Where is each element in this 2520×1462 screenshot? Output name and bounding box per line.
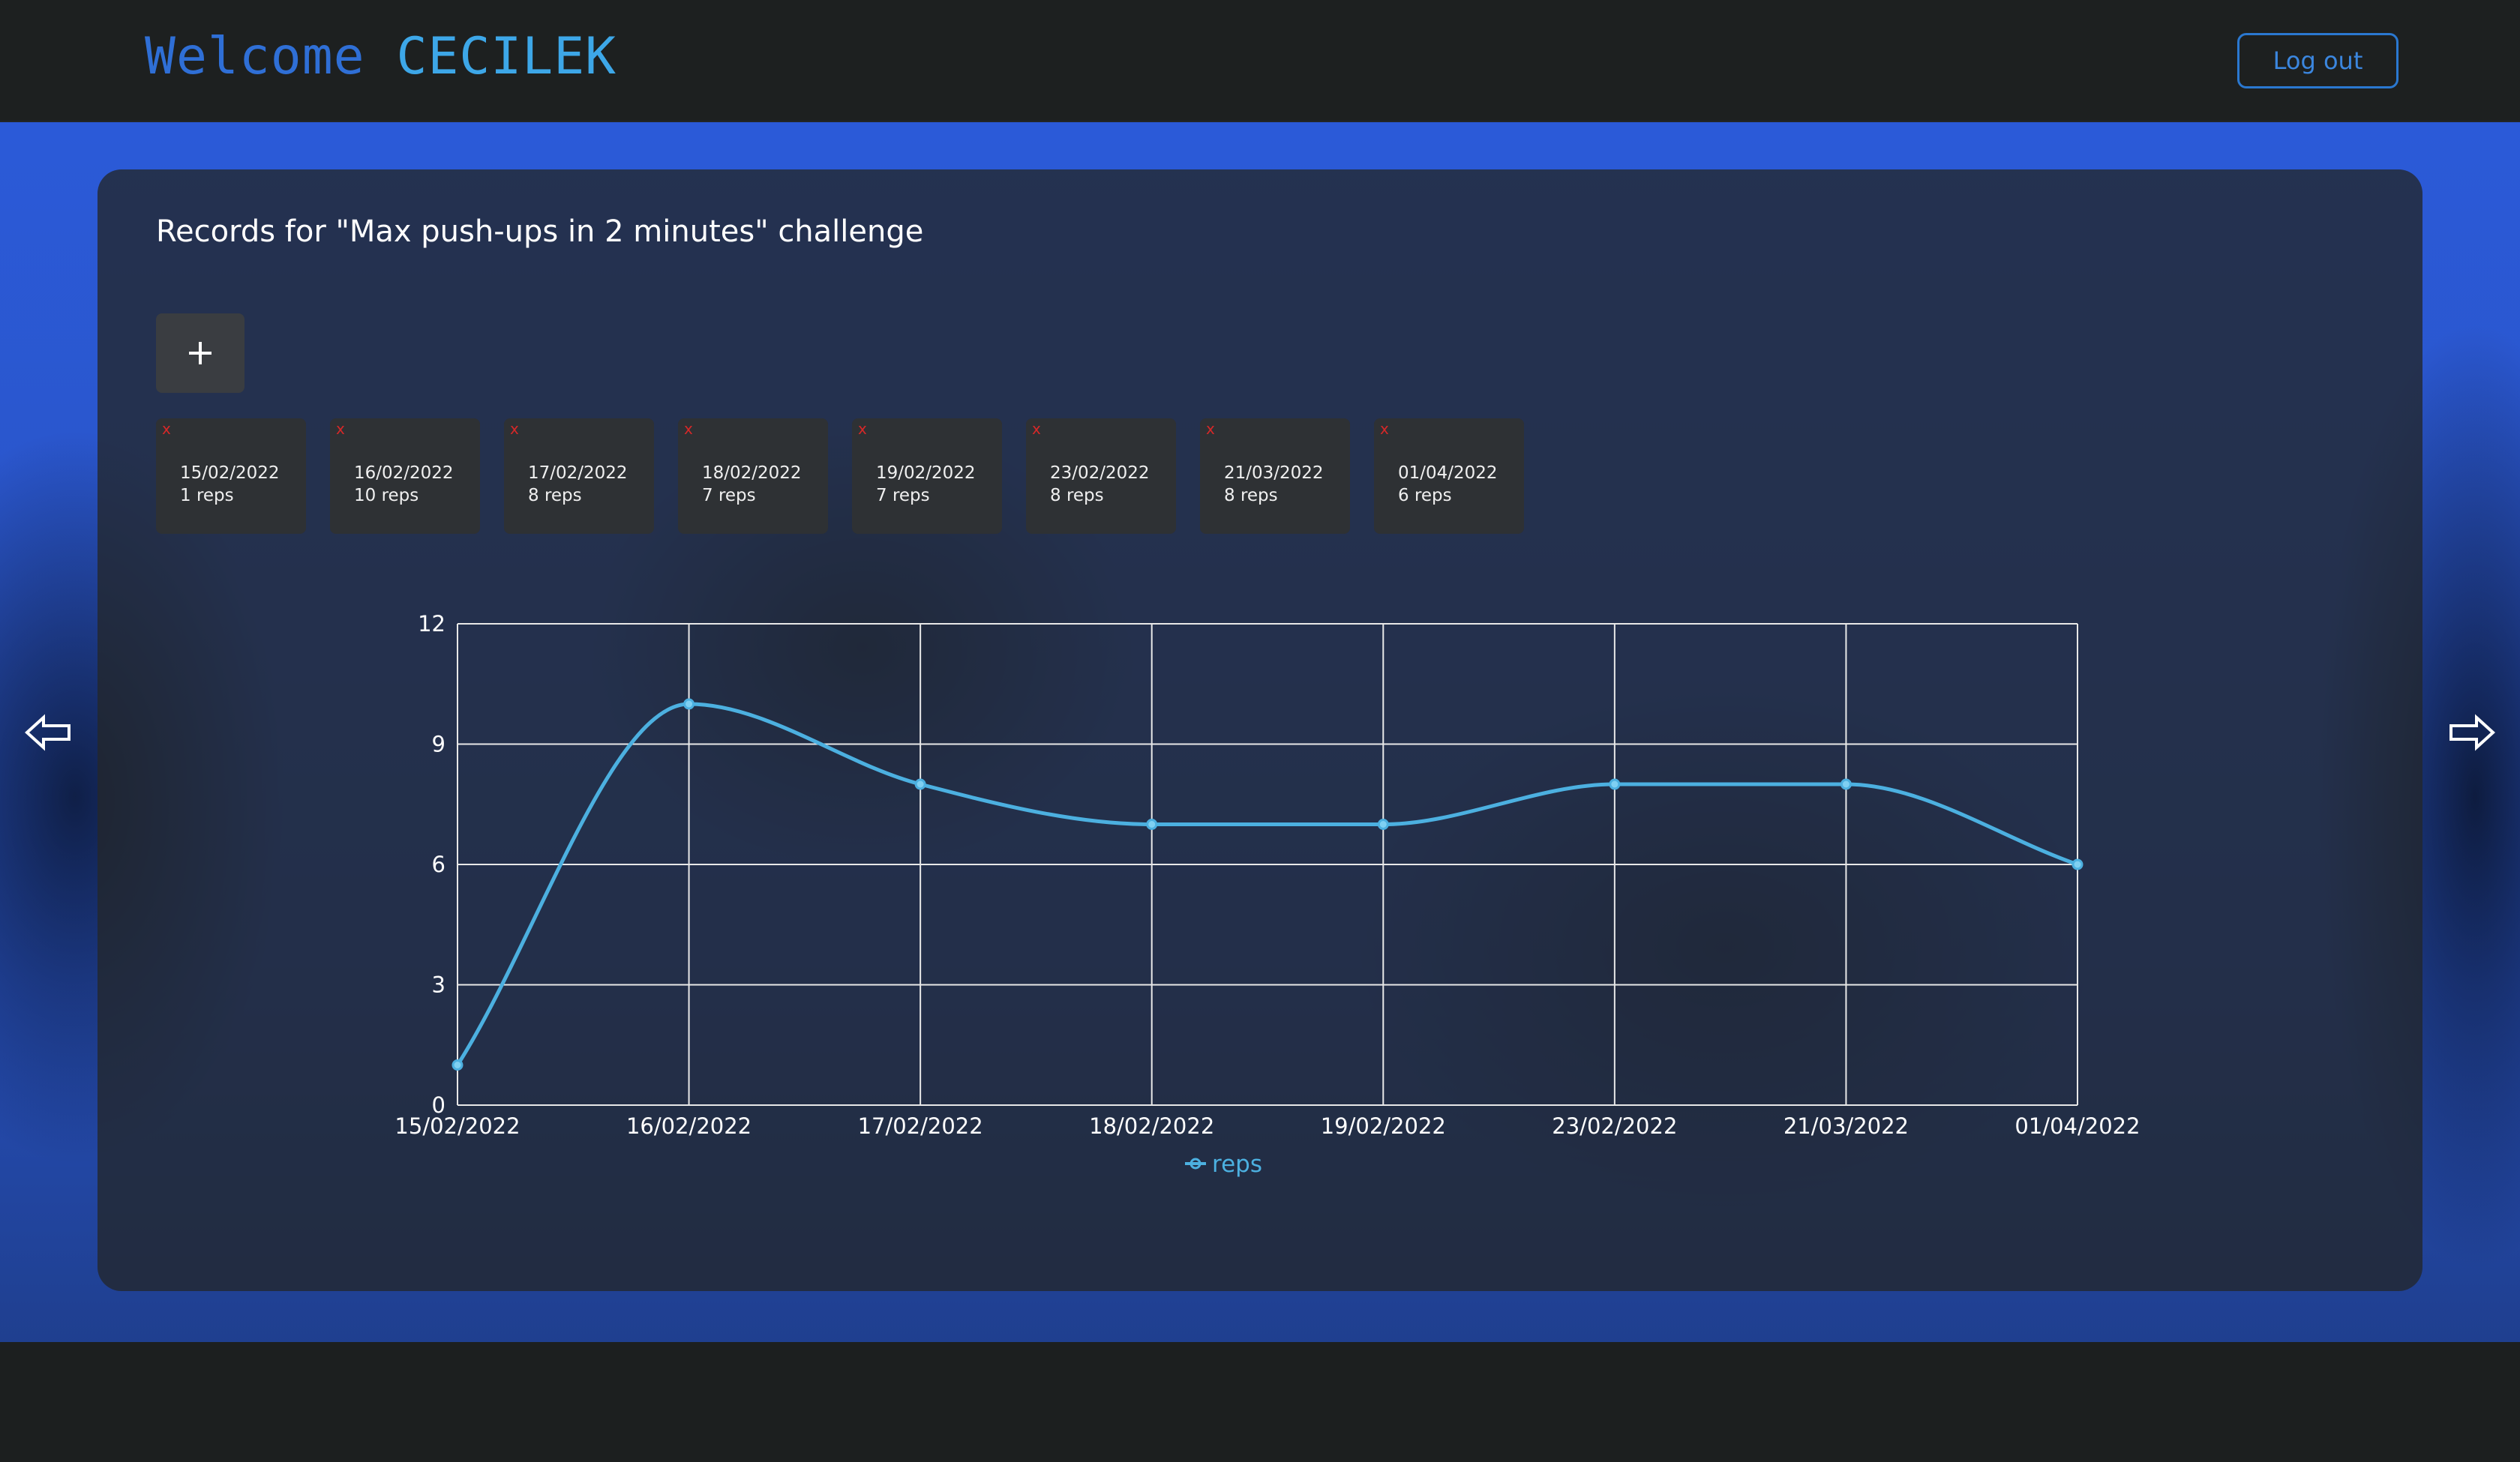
data-point — [2072, 858, 2084, 870]
series-line-reps — [455, 702, 2078, 1066]
welcome-prefix: Welcome — [145, 27, 397, 86]
x-tick-label: 15/02/2022 — [394, 1113, 520, 1139]
data-point — [683, 698, 695, 710]
arrow-right-icon — [2450, 714, 2495, 751]
username: CECILEK — [396, 27, 617, 86]
previous-challenge-button[interactable] — [22, 706, 75, 759]
x-tick-label: 01/04/2022 — [2014, 1113, 2140, 1139]
x-tick-label: 19/02/2022 — [1321, 1113, 1446, 1139]
data-point — [914, 778, 926, 790]
x-tick-label: 17/02/2022 — [858, 1113, 983, 1139]
footer-band — [0, 1342, 2520, 1462]
y-tick-label: 9 — [432, 732, 446, 757]
top-bar: Welcome CECILEK Log out — [0, 0, 2520, 122]
data-point — [452, 1059, 464, 1071]
y-tick-label: 3 — [432, 972, 446, 998]
records-panel: Records for "Max push-ups in 2 minutes" … — [98, 169, 2422, 1291]
next-challenge-button[interactable] — [2445, 706, 2498, 759]
x-tick-label: 23/02/2022 — [1552, 1113, 1677, 1139]
arrow-left-icon — [25, 714, 70, 751]
data-point — [1377, 819, 1389, 830]
data-point — [1146, 819, 1158, 830]
x-tick-label: 21/03/2022 — [1784, 1113, 1909, 1139]
legend-label: reps — [1212, 1151, 1262, 1178]
y-tick-label: 6 — [432, 852, 446, 877]
welcome-heading: Welcome CECILEK — [145, 27, 616, 86]
data-point — [1609, 778, 1621, 790]
data-point — [1840, 778, 1852, 790]
x-tick-label: 16/02/2022 — [626, 1113, 752, 1139]
logout-button[interactable]: Log out — [2237, 33, 2398, 88]
x-tick-label: 18/02/2022 — [1089, 1113, 1214, 1139]
y-tick-label: 12 — [418, 611, 446, 637]
reps-line-chart: 03691215/02/2022 16/02/2022 17/02/2022 18/0… — [394, 611, 2140, 1178]
